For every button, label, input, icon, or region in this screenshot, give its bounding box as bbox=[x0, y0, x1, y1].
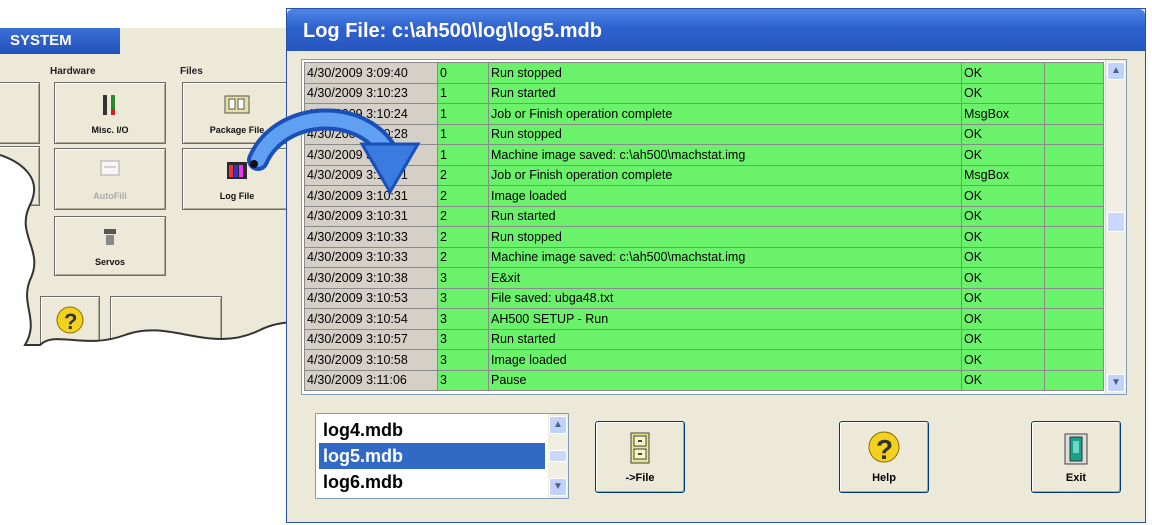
log-result-cell: OK bbox=[961, 369, 1045, 391]
log-row[interactable]: 4/30/2009 3:10:58 3 Image loaded OK bbox=[304, 349, 1104, 371]
log-message-cell: Run stopped bbox=[488, 62, 962, 84]
scroll-down-button[interactable]: ▼ bbox=[1107, 374, 1125, 392]
log-window-titlebar[interactable]: Log File: c:\ah500\log\log5.mdb bbox=[287, 9, 1145, 51]
log-message-cell: Job or Finish operation complete bbox=[488, 164, 962, 186]
scroll-down-button[interactable]: ▼ bbox=[549, 478, 567, 496]
log-result-cell: OK bbox=[961, 205, 1045, 227]
log-num-cell: 1 bbox=[437, 103, 489, 125]
log-message-cell: Machine image saved: c:\ah500\machstat.i… bbox=[488, 246, 962, 268]
log-message-cell: Run started bbox=[488, 82, 962, 104]
log-message-cell: Machine image saved: c:\ah500\machstat.i… bbox=[488, 144, 962, 166]
log-num-cell: 1 bbox=[437, 82, 489, 104]
log-row[interactable]: 4/30/2009 3:09:40 0 Run stopped OK bbox=[304, 62, 1104, 84]
log-num-cell: 3 bbox=[437, 328, 489, 350]
log-row[interactable]: 4/30/2009 3:10:38 3 E&xit OK bbox=[304, 267, 1104, 289]
log-num-cell: 3 bbox=[437, 349, 489, 371]
help-button[interactable]: ? Help bbox=[839, 421, 929, 493]
log-num-cell: 3 bbox=[437, 369, 489, 391]
log-row[interactable]: 4/30/2009 3:10:33 2 Run stopped OK bbox=[304, 226, 1104, 248]
scroll-thumb[interactable] bbox=[1107, 212, 1125, 232]
log-message-cell: AH500 SETUP - Run bbox=[488, 308, 962, 330]
log-message-cell: File saved: ubga48.txt bbox=[488, 287, 962, 309]
log-date-cell: 4/30/2009 3:10:33 bbox=[304, 246, 438, 268]
log-date-cell: 4/30/2009 3:10:58 bbox=[304, 349, 438, 371]
scroll-thumb[interactable] bbox=[549, 450, 567, 462]
file-list-scrollbar[interactable]: ▲ ▼ bbox=[548, 414, 568, 498]
log-result-cell: OK bbox=[961, 287, 1045, 309]
log-message-cell: E&xit bbox=[488, 267, 962, 289]
help-icon: ? bbox=[867, 430, 901, 473]
log-message-cell: Image loaded bbox=[488, 185, 962, 207]
log-message-cell: Run stopped bbox=[488, 226, 962, 248]
log-file-window: Log File: c:\ah500\log\log5.mdb 4/30/200… bbox=[286, 8, 1146, 523]
log-num-cell: 1 bbox=[437, 123, 489, 145]
log-num-cell: 2 bbox=[437, 205, 489, 227]
log-result-cell: OK bbox=[961, 123, 1045, 145]
log-row[interactable]: 4/30/2009 3:10:57 3 Run started OK bbox=[304, 328, 1104, 350]
scroll-up-button[interactable]: ▲ bbox=[1107, 62, 1125, 80]
file-list-item[interactable]: log4.mdb bbox=[319, 417, 545, 443]
log-result-cell: MsgBox bbox=[961, 164, 1045, 186]
log-date-cell: 4/30/2009 3:10:53 bbox=[304, 287, 438, 309]
log-message-cell: Pause bbox=[488, 369, 962, 391]
log-num-cell: 2 bbox=[437, 185, 489, 207]
curved-arrow-icon bbox=[247, 108, 421, 195]
log-result-cell: OK bbox=[961, 267, 1045, 289]
log-date-cell: 4/30/2009 3:10:38 bbox=[304, 267, 438, 289]
log-row[interactable]: 4/30/2009 3:11:06 3 Pause OK bbox=[304, 369, 1104, 391]
log-num-cell: 3 bbox=[437, 308, 489, 330]
log-date-cell: 4/30/2009 3:09:40 bbox=[304, 62, 438, 84]
svg-text:?: ? bbox=[876, 434, 893, 465]
log-result-cell: OK bbox=[961, 328, 1045, 350]
log-window-title: Log File: c:\ah500\log\log5.mdb bbox=[303, 20, 602, 42]
log-result-cell: OK bbox=[961, 185, 1045, 207]
file-list-item[interactable]: log6.mdb bbox=[319, 469, 545, 495]
file-list-item-selected[interactable]: log5.mdb bbox=[319, 443, 545, 469]
log-num-cell: 0 bbox=[437, 62, 489, 84]
exit-door-icon bbox=[1061, 432, 1091, 471]
log-row[interactable]: 4/30/2009 3:10:33 2 Machine image saved: c… bbox=[304, 246, 1104, 268]
log-message-cell: Image loaded bbox=[488, 349, 962, 371]
log-result-cell: OK bbox=[961, 246, 1045, 268]
scroll-up-button[interactable]: ▲ bbox=[549, 416, 567, 434]
log-result-cell: OK bbox=[961, 82, 1045, 104]
log-date-cell: 4/30/2009 3:10:54 bbox=[304, 308, 438, 330]
log-result-cell: OK bbox=[961, 226, 1045, 248]
log-date-cell: 4/30/2009 3:10:33 bbox=[304, 226, 438, 248]
log-result-cell: OK bbox=[961, 349, 1045, 371]
log-row[interactable]: 4/30/2009 3:10:53 3 File saved: ubga48.txt… bbox=[304, 287, 1104, 309]
log-result-cell: OK bbox=[961, 144, 1045, 166]
exit-button[interactable]: Exit bbox=[1031, 421, 1121, 493]
log-num-cell: 2 bbox=[437, 226, 489, 248]
log-message-cell: Run stopped bbox=[488, 123, 962, 145]
log-message-cell: Run started bbox=[488, 328, 962, 350]
log-date-cell: 4/30/2009 3:11:06 bbox=[304, 369, 438, 391]
log-message-cell: Job or Finish operation complete bbox=[488, 103, 962, 125]
to-file-button[interactable]: ->File bbox=[595, 421, 685, 493]
log-num-cell: 3 bbox=[437, 287, 489, 309]
log-grid-scrollbar[interactable]: ▲ ▼ bbox=[1105, 60, 1126, 394]
log-num-cell: 2 bbox=[437, 164, 489, 186]
log-num-cell: 3 bbox=[437, 267, 489, 289]
log-message-cell: Run started bbox=[488, 205, 962, 227]
file-cabinet-icon bbox=[629, 432, 651, 469]
log-result-cell: MsgBox bbox=[961, 103, 1045, 125]
log-file-list[interactable]: log4.mdb log5.mdb log6.mdb ▲ ▼ bbox=[315, 413, 569, 499]
log-num-cell: 2 bbox=[437, 246, 489, 268]
log-num-cell: 1 bbox=[437, 144, 489, 166]
log-row[interactable]: 4/30/2009 3:10:54 3 AH500 SETUP - Run OK bbox=[304, 308, 1104, 330]
log-result-cell: OK bbox=[961, 62, 1045, 84]
log-date-cell: 4/30/2009 3:10:57 bbox=[304, 328, 438, 350]
log-result-cell: OK bbox=[961, 308, 1045, 330]
